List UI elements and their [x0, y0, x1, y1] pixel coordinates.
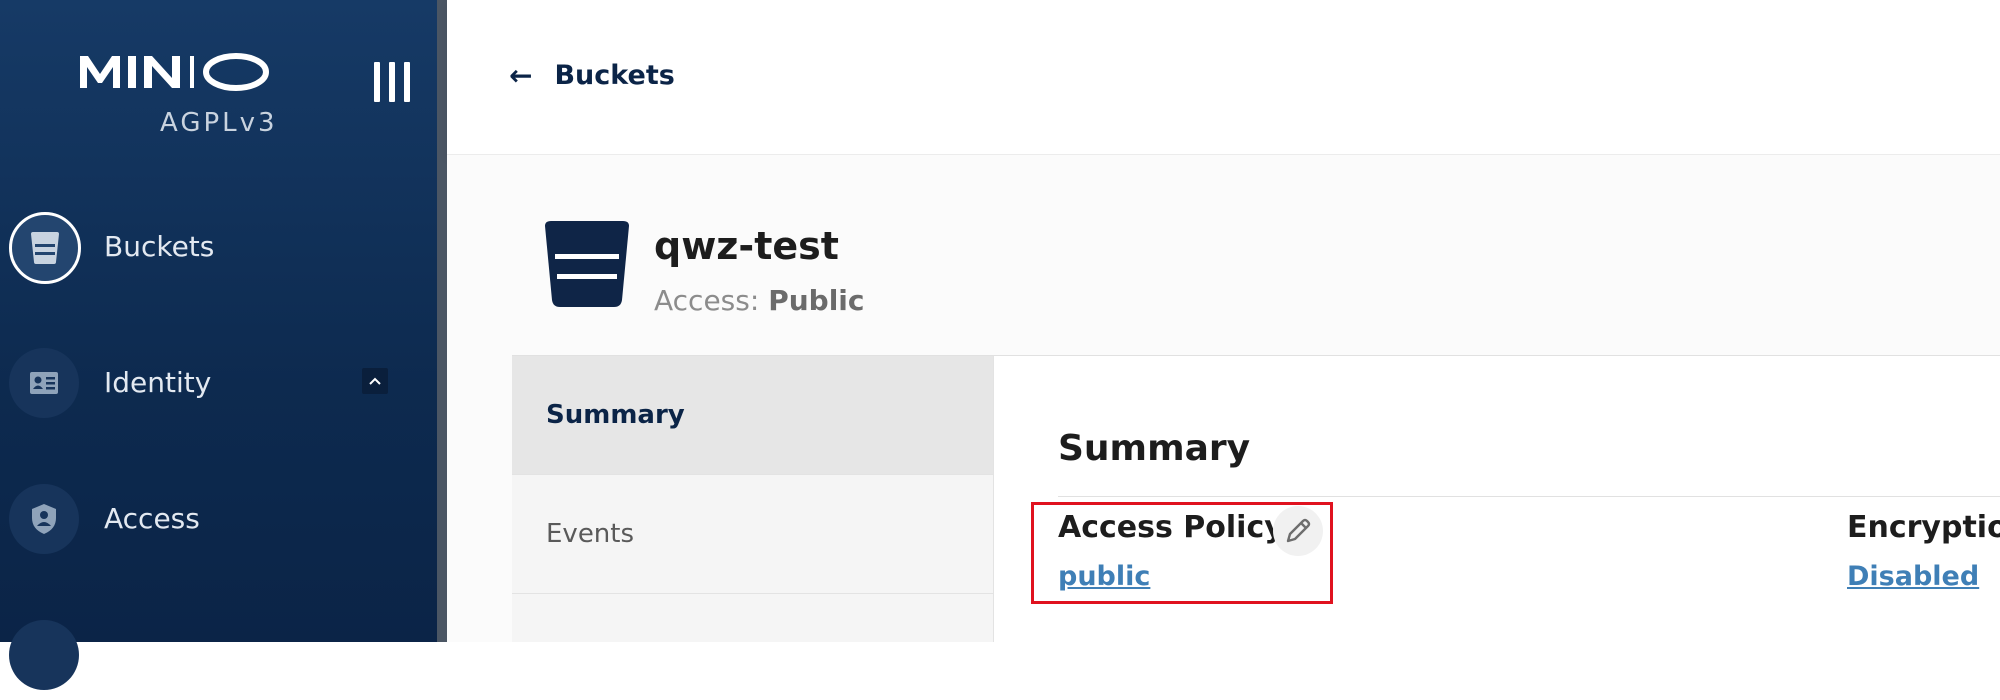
sidebar-item-buckets[interactable]: Buckets: [0, 212, 437, 292]
sidebar: AGPLv3 Buckets Identity Access: [0, 0, 437, 690]
encryption-link[interactable]: Disabled: [1847, 561, 1979, 592]
back-link-label: Buckets: [554, 59, 675, 91]
sidebar-edge: [437, 0, 447, 642]
pencil-icon: [1286, 518, 1311, 543]
edit-access-policy-button[interactable]: [1273, 506, 1323, 556]
bucket-access-value: Public: [768, 284, 865, 317]
access-policy-link[interactable]: public: [1058, 561, 1150, 592]
page-header: ← Buckets: [447, 0, 2000, 155]
section-title: Summary: [1058, 428, 1251, 469]
sidebar-item-label: Identity: [104, 366, 212, 399]
tab-next[interactable]: [512, 594, 993, 642]
chevron-up-icon[interactable]: [362, 368, 388, 394]
bucket-icon: [543, 220, 631, 308]
arrow-left-icon: ←: [509, 58, 533, 92]
sidebar-item-access[interactable]: Access: [0, 484, 437, 564]
sidebar-item-label: Buckets: [104, 230, 215, 263]
sidebar-item-identity[interactable]: Identity: [0, 348, 437, 428]
bucket-name: qwz-test: [654, 224, 839, 268]
bucket-access-prefix: Access:: [654, 284, 760, 317]
tab-label: Summary: [546, 400, 685, 430]
bucket-tabs: Summary Events: [512, 356, 994, 642]
sidebar-item-label: Access: [104, 502, 200, 535]
back-to-buckets-link[interactable]: ← Buckets: [509, 55, 675, 95]
bucket-access: Access: Public: [654, 284, 865, 317]
divider: [1058, 496, 2000, 497]
menu-icon: [9, 620, 79, 690]
license-label: AGPLv3: [160, 108, 278, 138]
shield-user-icon: [9, 484, 79, 554]
sidebar-item-next[interactable]: [0, 620, 437, 700]
tab-summary[interactable]: Summary: [512, 356, 993, 475]
tab-events[interactable]: Events: [512, 475, 993, 594]
access-policy-label: Access Policy:: [1058, 510, 1296, 545]
collapse-sidebar-button[interactable]: [374, 62, 410, 102]
tab-label: Events: [546, 519, 635, 549]
minio-logo-mark: [80, 53, 269, 91]
id-card-icon: [9, 348, 79, 418]
minio-logo: [80, 52, 285, 92]
encryption-label: Encryption: [1847, 510, 2000, 545]
bucket-icon: [9, 212, 81, 284]
